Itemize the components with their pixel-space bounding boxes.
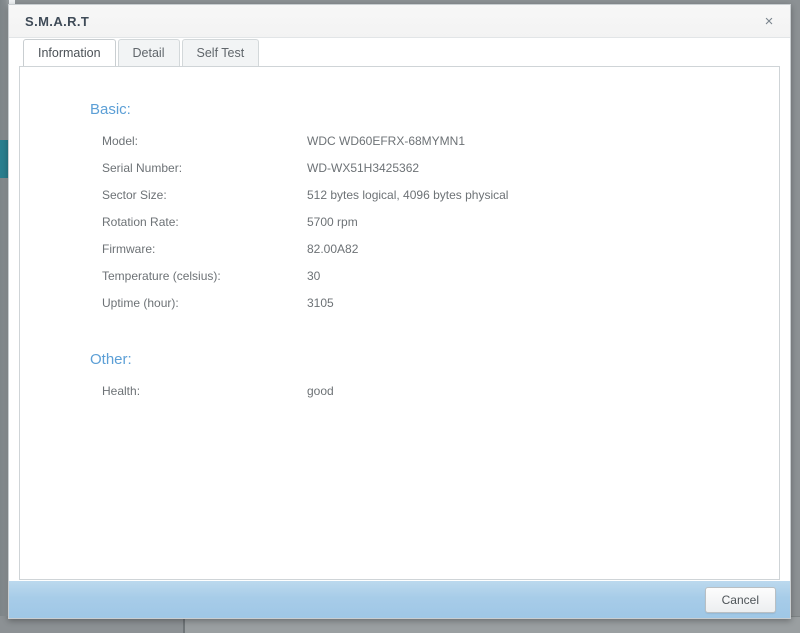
value-model: WDC WD60EFRX-68MYMN1 (307, 134, 466, 148)
label-health: Health: (102, 384, 141, 398)
value-health: good (307, 384, 334, 398)
dialog-header: S.M.A.R.T × (9, 5, 790, 38)
tab-self-test[interactable]: Self Test (181, 39, 260, 66)
section-title-basic: Basic: (90, 101, 131, 118)
dialog-footer: Cancel (9, 580, 790, 618)
label-serial-number: Serial Number: (102, 161, 183, 175)
table-row: Model: WDC WD60EFRX-68MYMN1 (102, 134, 508, 161)
table-row: Temperature (celsius): 30 (102, 269, 508, 296)
table-row: Health: good (102, 384, 334, 411)
label-firmware: Firmware: (102, 242, 156, 256)
tab-content-panel: Basic: Model: WDC WD60EFRX-68MYMN1 Seria… (19, 66, 780, 580)
value-temperature: 30 (307, 269, 321, 283)
cancel-button[interactable]: Cancel (704, 586, 776, 613)
label-temperature: Temperature (celsius): (102, 269, 221, 283)
table-row: Firmware: 82.00A82 (102, 242, 508, 269)
label-rotation-rate: Rotation Rate: (102, 215, 179, 229)
information-tab-content: Basic: Model: WDC WD60EFRX-68MYMN1 Seria… (20, 67, 779, 411)
other-properties-table: Health: good (102, 384, 334, 411)
label-model: Model: (102, 134, 139, 148)
section-title-other: Other: (90, 351, 132, 368)
table-row: Uptime (hour): 3105 (102, 296, 508, 323)
label-uptime: Uptime (hour): (102, 296, 179, 310)
table-row: Serial Number: WD-WX51H3425362 (102, 161, 508, 188)
value-serial-number: WD-WX51H3425362 (307, 161, 420, 175)
close-icon[interactable]: × (758, 10, 780, 32)
table-row: Sector Size: 512 bytes logical, 4096 byt… (102, 188, 508, 215)
label-sector-size: Sector Size: (102, 188, 167, 202)
table-row: Rotation Rate: 5700 rpm (102, 215, 508, 242)
tab-detail[interactable]: Detail (117, 39, 180, 66)
background-bottom-divider (183, 617, 185, 633)
value-uptime: 3105 (307, 296, 334, 310)
value-sector-size: 512 bytes logical, 4096 bytes physical (307, 188, 509, 202)
tab-bar: Information Detail Self Test (9, 38, 790, 66)
basic-properties-table: Model: WDC WD60EFRX-68MYMN1 Serial Numbe… (102, 134, 508, 323)
value-firmware: 82.00A82 (307, 242, 359, 256)
smart-dialog: S.M.A.R.T × Information Detail Self Test… (8, 4, 791, 619)
value-rotation-rate: 5700 rpm (307, 215, 358, 229)
dialog-title: S.M.A.R.T (25, 13, 90, 29)
tab-information[interactable]: Information (23, 39, 116, 66)
